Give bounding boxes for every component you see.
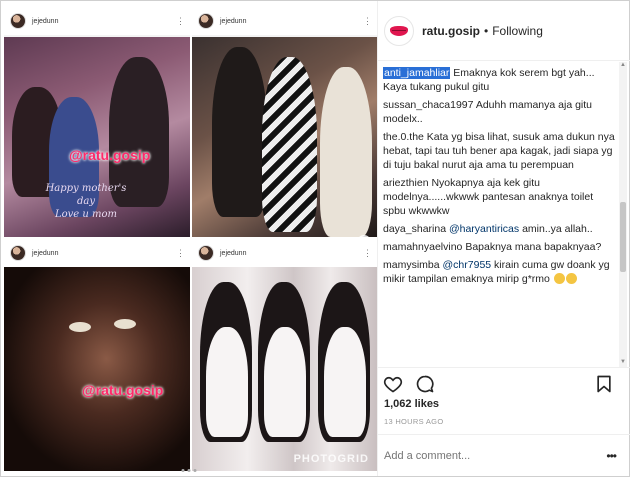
heart-icon[interactable] — [383, 374, 403, 394]
comment-bubble-icon[interactable] — [415, 374, 435, 394]
comment-item: sussan_chaca1997 Aduhh mamanya aja gitu … — [383, 98, 616, 126]
comment-mention[interactable]: @haryantiricas — [449, 223, 519, 235]
separator-dot: • — [484, 23, 489, 38]
tile-avatar — [198, 245, 214, 261]
indicator-dot — [193, 469, 197, 472]
comment-item: the.0.the Kata yg bisa lihat, susuk ama … — [383, 130, 616, 172]
comment-author[interactable]: daya_sharina — [383, 223, 446, 235]
photo-group — [192, 37, 377, 237]
carousel-indicator — [181, 469, 197, 472]
figure-left — [212, 47, 267, 217]
comment-author[interactable]: mamysimba — [383, 259, 440, 271]
likes-count[interactable]: 1,062 likes — [384, 398, 439, 410]
action-bar — [378, 367, 630, 399]
indicator-dot — [187, 469, 191, 472]
bookmark-icon[interactable] — [594, 374, 614, 394]
comment-text: Bapaknya mana bapaknyaa? — [465, 241, 602, 253]
indicator-dot — [181, 469, 185, 472]
collage-tile-3: jejedunn ⋮ @ratu.gosip — [4, 239, 190, 471]
tile-more-icon: ⋮ — [176, 15, 185, 26]
lips-logo-icon — [390, 25, 408, 36]
comments-scrollbar[interactable]: ▲ ▼ — [619, 62, 627, 367]
follow-button[interactable]: Following — [492, 24, 543, 38]
comment-author[interactable]: ariezthien — [383, 177, 429, 189]
eye-left — [69, 322, 91, 332]
tile-username: jejedunn — [220, 249, 247, 257]
tile-header: jejedunn ⋮ — [4, 7, 190, 35]
weary-face-emoji-icon — [553, 273, 565, 284]
tile-username: jejedunn — [32, 249, 59, 257]
tile-avatar — [10, 13, 26, 29]
comments-list[interactable]: anti_jamahliar Emaknya kok serem bgt yah… — [378, 62, 620, 367]
photo-mothers-day: @ratu.gosip Happy mother's day Love u mo… — [4, 37, 190, 237]
scroll-up-arrow-icon[interactable]: ▲ — [619, 62, 627, 70]
more-options-icon[interactable]: ••• — [606, 449, 617, 463]
comment-item: mamysimba @chr7955 kirain cuma gw doank … — [383, 258, 616, 286]
tile-header: jejedunn ⋮ — [192, 7, 377, 35]
greeting-line-1: Happy mother's — [45, 183, 127, 194]
scroll-thumb[interactable] — [620, 202, 626, 272]
tile-avatar — [10, 245, 26, 261]
post-details-panel: ratu.gosip • Following anti_jamahliar Em… — [377, 1, 630, 476]
eye-right — [114, 319, 136, 329]
add-comment-bar: ••• — [378, 434, 630, 476]
account-avatar[interactable] — [384, 15, 414, 46]
post-header: ratu.gosip • Following — [378, 1, 630, 61]
scroll-down-arrow-icon[interactable]: ▼ — [619, 359, 627, 367]
tile-header: jejedunn ⋮ — [192, 239, 377, 267]
tile-avatar — [198, 13, 214, 29]
figure-3-dress — [324, 327, 366, 437]
comment-item: daya_sharina @haryantiricas amin..ya all… — [383, 222, 616, 236]
photo-mirror-selfies: PHOTOGRID — [192, 267, 377, 471]
account-username[interactable]: ratu.gosip — [422, 24, 480, 38]
collage-tile-2: jejedunn ⋮ › — [192, 7, 377, 237]
add-comment-input[interactable] — [384, 449, 584, 462]
figure-1-dress — [206, 327, 248, 437]
comment-item: ariezthien Nyokapnya aja kek gitu modeln… — [383, 176, 616, 218]
watermark: @ratu.gosip — [69, 147, 151, 163]
comment-author[interactable]: the.0.the — [383, 131, 424, 143]
tile-username: jejedunn — [32, 17, 59, 25]
greeting-line-2: day — [76, 196, 95, 207]
comment-item: anti_jamahliar Emaknya kok serem bgt yah… — [383, 66, 616, 94]
figure-right — [320, 67, 372, 237]
post-timestamp: 13 HOURS AGO — [384, 417, 444, 426]
collage-tile-1: jejedunn ⋮ @ratu.gosip Happy mother's da… — [4, 7, 190, 237]
tile-username: jejedunn — [220, 17, 247, 25]
comment-item: mamahnyaelvino Bapaknya mana bapaknyaa? — [383, 240, 616, 254]
comment-author[interactable]: sussan_chaca1997 — [383, 99, 474, 111]
tile-more-icon: ⋮ — [176, 247, 185, 258]
figure-striped — [262, 57, 317, 232]
photo-portrait-closeup: @ratu.gosip — [4, 267, 190, 471]
greeting-text: Happy mother's day Love u mom — [36, 182, 136, 221]
watermark: @ratu.gosip — [82, 382, 164, 398]
weary-face-emoji-icon — [565, 273, 577, 284]
greeting-line-3: Love u mom — [54, 209, 117, 220]
comment-author[interactable]: mamahnyaelvino — [383, 241, 462, 253]
comment-mention[interactable]: @chr7955 — [443, 259, 492, 271]
tile-header: jejedunn ⋮ — [4, 239, 190, 267]
figure-2-dress — [264, 327, 306, 437]
post-image-collage[interactable]: jejedunn ⋮ @ratu.gosip Happy mother's da… — [1, 1, 377, 476]
collage-tile-4: jejedunn ⋮ PHOTOGRID — [192, 239, 377, 471]
tile-more-icon: ⋮ — [363, 15, 372, 26]
comment-author[interactable]: anti_jamahliar — [383, 67, 451, 79]
comment-text: amin..ya allah.. — [522, 223, 593, 235]
tile-more-icon: ⋮ — [363, 247, 372, 258]
photogrid-brand: PHOTOGRID — [293, 453, 369, 465]
